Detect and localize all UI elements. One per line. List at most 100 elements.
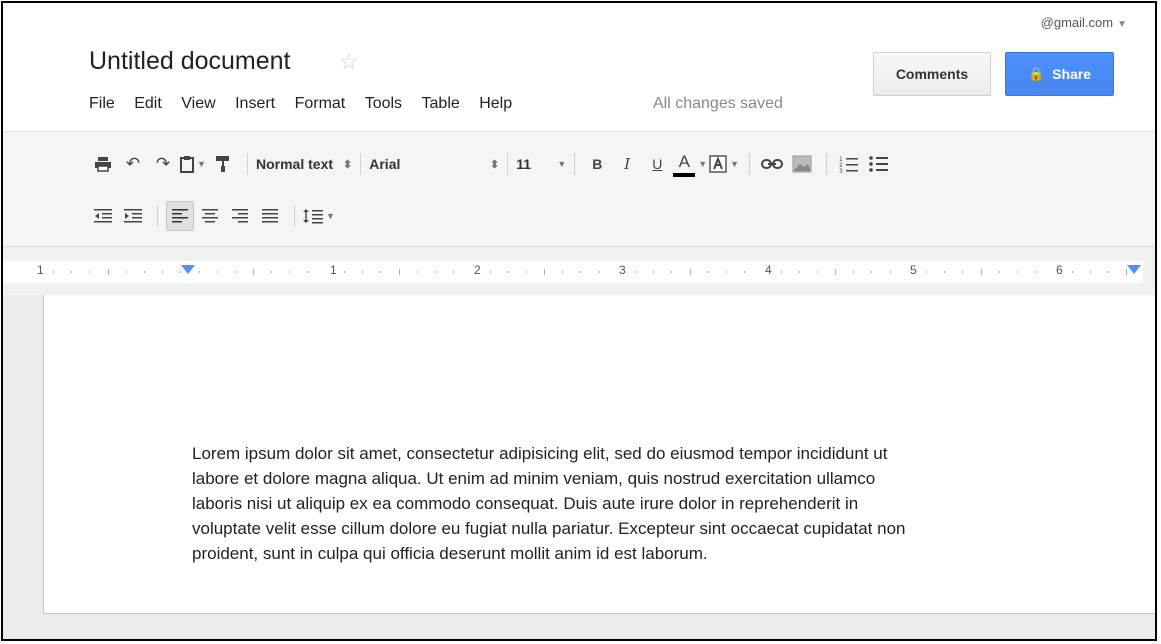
toolbar-divider (749, 153, 751, 175)
share-button[interactable]: 🔒 Share (1005, 52, 1114, 96)
underline-button[interactable]: U (643, 149, 671, 179)
bold-button[interactable]: B (583, 149, 611, 179)
align-right-icon[interactable] (226, 201, 254, 231)
font-size-value: 11 (516, 156, 532, 172)
ruler-half-tick (544, 269, 545, 275)
body-line: laboris nisi ut aliquip ex ea commodo co… (192, 494, 859, 513)
right-indent-marker[interactable] (1127, 265, 1141, 274)
toolbar-divider (574, 153, 576, 175)
italic-button[interactable]: I (613, 149, 641, 179)
align-left-icon[interactable] (166, 201, 194, 231)
paste-icon[interactable]: ▼ (179, 149, 207, 179)
ruler-tick (126, 271, 127, 273)
align-center-icon[interactable] (196, 201, 224, 231)
text-color-button[interactable]: A ▼ (673, 149, 707, 179)
menu-insert[interactable]: Insert (235, 95, 275, 113)
ruler-number: 1 (37, 263, 44, 277)
toolbar-divider (157, 205, 158, 227)
ruler-tick (144, 271, 145, 273)
font-select[interactable]: Arial ⬍ (369, 149, 499, 179)
style-select[interactable]: Normal text ⬍ (256, 149, 352, 179)
menu-table[interactable]: Table (422, 95, 460, 113)
body-paragraph[interactable]: Lorem ipsum dolor sit amet, consectetur … (192, 441, 1122, 566)
ruler-tick (71, 271, 72, 273)
undo-icon[interactable]: ↶ (119, 149, 147, 179)
toolbar-divider (360, 153, 362, 175)
highlight-color-button[interactable]: ▼ (709, 149, 739, 179)
menu-file[interactable]: File (89, 95, 115, 113)
ruler-tick (944, 271, 945, 273)
ruler-tick (380, 271, 381, 273)
link-icon[interactable] (758, 149, 786, 179)
body-line: proident, sunt in culpa qui officia dese… (192, 544, 708, 563)
ruler-tick (1090, 271, 1091, 273)
decrease-indent-icon[interactable] (89, 201, 117, 231)
ruler-tick (999, 271, 1000, 273)
ruler-tick (799, 271, 800, 273)
document-page[interactable]: Lorem ipsum dolor sit amet, consectetur … (43, 295, 1155, 614)
ruler-tick (508, 271, 509, 273)
body-line: labore et dolore magna aliqua. Ut enim a… (192, 469, 876, 488)
ruler-tick (344, 271, 345, 273)
star-icon[interactable]: ☆ (339, 49, 359, 75)
comments-button[interactable]: Comments (873, 52, 991, 96)
menu-view[interactable]: View (181, 95, 215, 113)
ruler-tick (53, 271, 54, 273)
text-color-letter: A (678, 151, 690, 171)
body-line: Lorem ipsum dolor sit amet, consectetur … (192, 444, 888, 463)
ruler-tick (1072, 271, 1073, 273)
ruler-tick (308, 271, 309, 273)
toolbar-divider (507, 153, 509, 175)
ruler-tick (853, 271, 854, 273)
svg-text:3: 3 (839, 168, 843, 173)
ruler-half-tick (399, 269, 400, 275)
account-email: @gmail.com (1040, 15, 1114, 30)
ruler-tick (289, 271, 290, 273)
ruler-tick (599, 271, 600, 273)
chevron-down-icon: ▼ (730, 159, 740, 169)
font-value: Arial (369, 156, 401, 172)
ruler-tick (926, 271, 927, 273)
image-icon[interactable] (788, 149, 816, 179)
ruler-tick (580, 271, 581, 273)
ruler-tick (235, 271, 236, 273)
doc-title[interactable]: Untitled document (89, 47, 291, 76)
increase-indent-icon[interactable] (119, 201, 147, 231)
font-size-select[interactable]: 11 ▼ (516, 149, 566, 179)
ruler-tick (871, 271, 872, 273)
ruler-number: 6 (1056, 263, 1063, 277)
ruler-tick (653, 271, 654, 273)
ruler-tick (726, 271, 727, 273)
bulleted-list-icon[interactable] (865, 149, 893, 179)
menu-tools[interactable]: Tools (365, 95, 402, 113)
menu-help[interactable]: Help (479, 95, 512, 113)
redo-icon[interactable]: ↷ (149, 149, 177, 179)
line-spacing-icon[interactable]: ▼ (303, 201, 335, 231)
chevron-down-icon: ▼ (197, 159, 206, 169)
ruler-tick (271, 271, 272, 273)
toolbar-row-2: ▼ (89, 198, 337, 234)
ruler-tick (671, 271, 672, 273)
left-indent-marker[interactable] (181, 265, 195, 274)
justify-icon[interactable] (256, 201, 284, 231)
numbered-list-icon[interactable]: 123 (835, 149, 863, 179)
ruler-tick (453, 271, 454, 273)
ruler-tick (1035, 271, 1036, 273)
ruler-half-tick (690, 269, 691, 275)
ruler-tick (744, 271, 745, 273)
menu-format[interactable]: Format (295, 95, 346, 113)
body-line: voluptate velit esse cillum dolore eu fu… (192, 519, 906, 538)
text-color-icon: A (673, 151, 696, 177)
ruler-number: 2 (474, 263, 481, 277)
toolbar-divider (826, 153, 828, 175)
ruler-number: 5 (910, 263, 917, 277)
ruler-tick (526, 271, 527, 273)
ruler-tick (362, 271, 363, 273)
paint-format-icon[interactable] (209, 149, 237, 179)
ruler-tick (890, 271, 891, 273)
ruler-tick (435, 271, 436, 273)
ruler-strip[interactable]: 1 1 2 3 4 5 6 (3, 261, 1143, 283)
account-menu[interactable]: @gmail.com ▼ (1041, 15, 1127, 30)
menu-edit[interactable]: Edit (134, 95, 162, 113)
print-icon[interactable] (89, 149, 117, 179)
